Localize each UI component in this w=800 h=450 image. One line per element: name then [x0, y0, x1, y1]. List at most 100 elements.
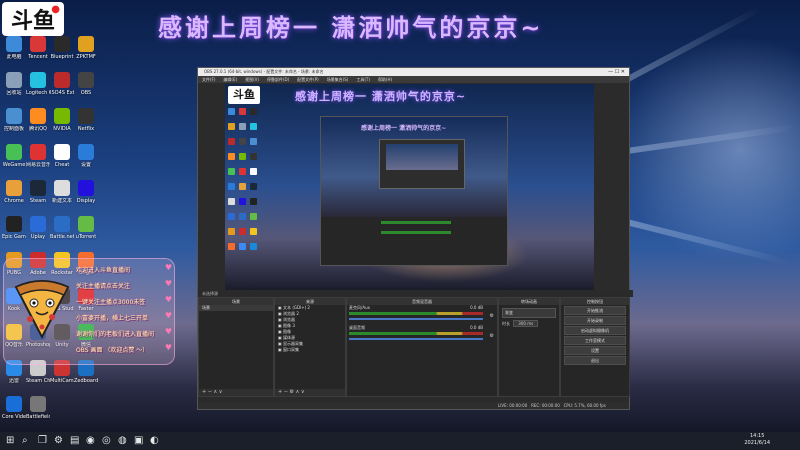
desktop-icon[interactable]: OBS [74, 72, 98, 108]
controls-panel[interactable]: 控制按钮 开始推流 开始录制 启动虚拟摄像机 工作室模式 设置 退出 [560, 297, 630, 397]
sources-toolbar[interactable]: + − ⚙ ∧ ∨ [275, 389, 345, 396]
audio-mixer-panel[interactable]: 音频混音器 麦克风/Aux 0.0 dB ⚙ 桌面音频 0.0 dB ⚙ [346, 297, 498, 397]
control-button[interactable]: 设置 [564, 346, 626, 355]
transition-type-select[interactable]: 渐变 [502, 308, 556, 318]
folder-icon[interactable]: ▣ [134, 435, 143, 447]
desktop-icon-image [6, 108, 22, 124]
obs-menu-item[interactable]: 停靠部件(D) [267, 77, 289, 82]
duration-label: 时长 [502, 321, 510, 326]
windows-icon[interactable]: ⊞ [6, 435, 14, 447]
desktop-icon[interactable]: Tencent [26, 36, 50, 72]
pizza-mascot-icon [14, 280, 70, 339]
mixer-channel[interactable]: 桌面音频 0.0 dB ⚙ [347, 325, 497, 345]
chat-message: 小富婆开播，横上七三开单 [76, 315, 149, 322]
desktop-icon[interactable]: Zedboard [74, 360, 98, 396]
chrome-icon[interactable]: ◉ [86, 435, 95, 447]
desktop-icon[interactable]: 设置 [74, 144, 98, 180]
edge-icon[interactable]: ◐ [150, 435, 159, 447]
desktop-icon[interactable]: WeGame [2, 144, 26, 180]
heart-icon: ♥ [164, 311, 172, 320]
mixer-settings-icon[interactable]: ⚙ [490, 313, 494, 319]
mixer-channel-db: 0.0 dB [470, 305, 483, 310]
volume-slider[interactable] [349, 338, 483, 340]
mixer-settings-icon[interactable]: ⚙ [490, 333, 494, 339]
desktop-icon[interactable]: MultiCam Capture Lite [50, 360, 74, 396]
desktop-icon[interactable]: Steam Cheat [26, 360, 50, 396]
sources-panel[interactable]: 来源 ▣ 文本 (GDI+) 2 ▣ 浏览器 2 ▣ 浏览器 ▣ 图像 3 ▣ 图像 ▣ … [274, 297, 346, 397]
preview-icon [239, 183, 246, 190]
desktop-icon[interactable]: Uplay [26, 216, 50, 252]
desktop-icon[interactable]: ISO4S Extreme [50, 72, 74, 108]
desktop-icon[interactable]: 此电脑 [2, 36, 26, 72]
control-button[interactable]: 退出 [564, 356, 626, 365]
file-explorer-icon[interactable]: ▤ [70, 435, 79, 447]
desktop-icon-label: Chrome [4, 198, 24, 204]
desktop-icon-label: MultiCam Capture Lite [50, 378, 74, 384]
desktop-icon[interactable]: 新建文本 [50, 180, 74, 216]
desktop-icon[interactable]: 网易云音乐 [26, 144, 50, 180]
heart-icon: ♥ [164, 327, 172, 336]
obs-menu-item[interactable]: 配置文件(P) [297, 77, 319, 82]
system-clock[interactable]: 14:15 2021/6/14 [744, 433, 770, 447]
control-button[interactable]: 开始录制 [564, 316, 626, 325]
volume-slider[interactable] [349, 318, 483, 320]
obs-window[interactable]: OBS 27.0.1 (64-bit, windows) - 配置文件: 未命名… [197, 67, 633, 410]
chat-message: 关注主播请点击关注 [76, 283, 131, 290]
desktop-icon-label: Epic Games [2, 234, 26, 240]
desktop-icon[interactable]: Chrome [2, 180, 26, 216]
desktop-icon[interactable]: 腾讯QQ [26, 108, 50, 144]
desktop-icon-label: Zedboard [74, 378, 98, 384]
control-button[interactable]: 工作室模式 [564, 336, 626, 345]
settings-icon[interactable]: ⚙ [54, 435, 63, 447]
nested-obs-window: 感谢上周榜一 潇洒帅气的京京~ [320, 116, 508, 266]
obs-icon[interactable]: ◎ [102, 435, 111, 447]
desktop-icon-label: Blueprint [50, 54, 74, 60]
obs-menu-item[interactable]: 文件(F) [202, 77, 215, 82]
duration-input[interactable]: 300 ms [513, 320, 539, 327]
desktop-icon[interactable]: ZPKTMF [74, 36, 98, 72]
desktop-icon[interactable]: 回收站 [2, 72, 26, 108]
desktop-icon[interactable]: Steam [26, 180, 50, 216]
desktop-icon-image [30, 216, 46, 232]
search-icon[interactable]: ⌕ [22, 435, 28, 447]
desktop-icon[interactable]: Cheat [50, 144, 74, 180]
task-view-icon[interactable]: ❐ [38, 435, 47, 447]
obs-menu-item[interactable]: 工具(T) [356, 77, 370, 82]
desktop-icon[interactable]: NVIDIA [50, 108, 74, 144]
desktop-icon[interactable]: 迅雷 [2, 360, 26, 396]
desktop-icon-label: 迅雷 [8, 378, 19, 384]
desktop-icon[interactable]: Battle.net [50, 216, 74, 252]
desktop-icon[interactable]: Logitech G HUB [26, 72, 50, 108]
obs-menu-item[interactable]: 编辑(E) [223, 77, 237, 82]
volume-meter [349, 332, 483, 335]
desktop-icon[interactable]: Blueprint [50, 36, 74, 72]
scenes-panel[interactable]: 场景 场景 + − ∧ ∨ [198, 297, 274, 397]
window-controls[interactable]: — ☐ ✕ [608, 68, 625, 76]
desktop-icon[interactable]: Display [74, 180, 98, 216]
desktop-icon[interactable]: Netflix [74, 108, 98, 144]
desktop-icon[interactable]: Epic Games [2, 216, 26, 252]
obs-menu-item[interactable]: 场景集合(S) [327, 77, 349, 82]
desktop-icon-label: 控制面板 [3, 126, 24, 132]
control-button[interactable]: 启动虚拟摄像机 [564, 326, 626, 335]
desktop-icon[interactable]: Battlefield 1 [26, 396, 50, 432]
preview-icon [239, 243, 246, 250]
desktop-icon[interactable]: uTorrent [74, 216, 98, 252]
desktop-icon[interactable]: Core VideoStud [2, 396, 26, 432]
scene-item[interactable]: 场景 [199, 305, 273, 311]
scenes-toolbar[interactable]: + − ∧ ∨ [199, 389, 273, 396]
obs-preview[interactable]: 斗鱼 感谢上周榜一 潇洒帅气的京京~ 感谢上周榜一 潇洒帅气的京京~ [225, 84, 594, 290]
source-item[interactable]: ▣ 窗口采集 [275, 347, 345, 353]
desktop-icon-label: Core VideoStud [2, 414, 26, 420]
preview-icon [239, 108, 246, 115]
obs-menu-item[interactable]: 帮助(H) [378, 77, 392, 82]
steam-icon[interactable]: ◍ [118, 435, 127, 447]
douyu-logo: 斗鱼 ● [2, 2, 64, 36]
mixer-channel[interactable]: 麦克风/Aux 0.0 dB ⚙ [347, 305, 497, 325]
desktop-icon-image [30, 180, 46, 196]
obs-menu-item[interactable]: 视图(V) [245, 77, 259, 82]
desktop-icon[interactable]: 控制面板 [2, 108, 26, 144]
transitions-panel[interactable]: 转场动画 渐变 时长 300 ms [498, 297, 560, 397]
control-button[interactable]: 开始推流 [564, 306, 626, 315]
chat-message: 一键关注主播点3000未签 [76, 299, 146, 306]
